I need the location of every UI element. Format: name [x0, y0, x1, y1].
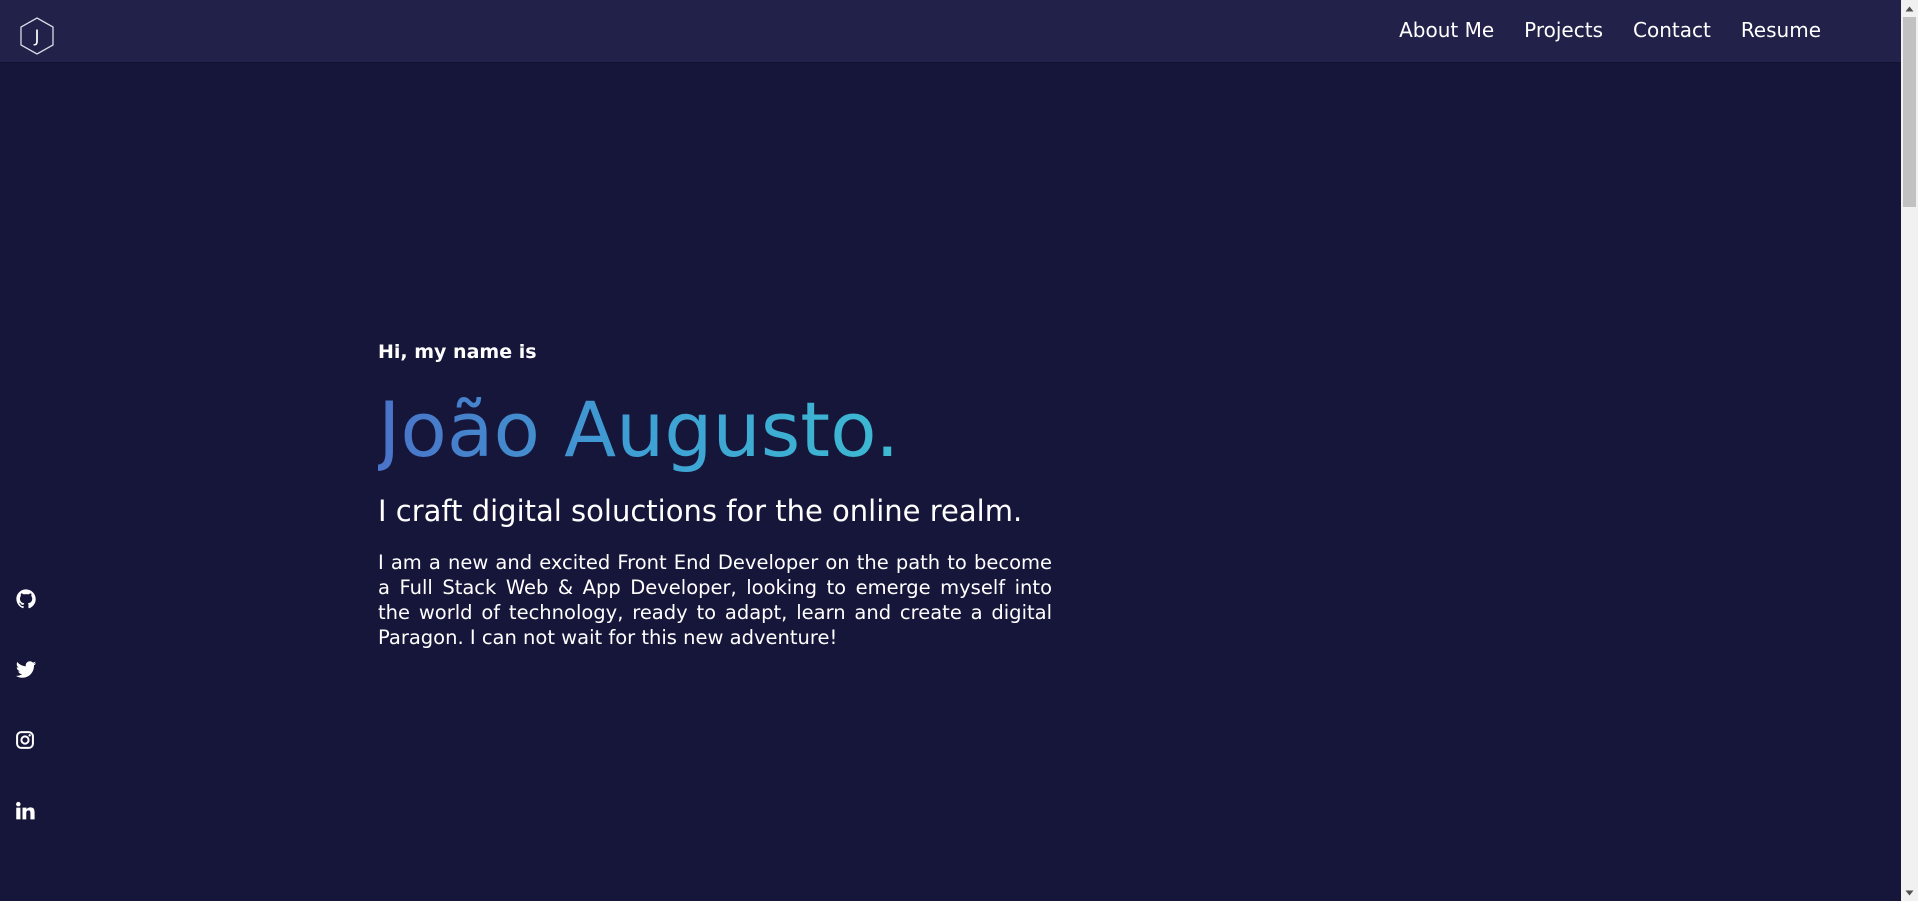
twitter-icon[interactable] — [15, 659, 37, 681]
nav-about-me[interactable]: About Me — [1399, 20, 1494, 40]
main-nav: About Me Projects Contact Resume — [1399, 0, 1821, 62]
hero-tagline: I craft digital soluctions for the onlin… — [378, 494, 1023, 528]
nav-contact[interactable]: Contact — [1633, 20, 1711, 40]
linkedin-icon[interactable] — [15, 801, 35, 821]
page: J About Me Projects Contact Resume Hi, m… — [0, 0, 1918, 901]
nav-projects[interactable]: Projects — [1524, 20, 1603, 40]
vertical-scrollbar[interactable] — [1901, 0, 1918, 901]
site-header: J About Me Projects Contact Resume — [0, 0, 1901, 62]
hero-bio: I am a new and excited Front End Develop… — [378, 551, 1052, 649]
logo-hexagon-icon[interactable]: J — [19, 17, 55, 55]
instagram-icon[interactable] — [15, 730, 35, 750]
scrollbar-thumb[interactable] — [1903, 17, 1916, 207]
hero-section: Hi, my name is João Augusto. I craft dig… — [378, 336, 1052, 650]
hero-greeting: Hi, my name is — [378, 341, 537, 363]
nav-resume[interactable]: Resume — [1741, 20, 1821, 40]
github-icon[interactable] — [15, 588, 37, 610]
scroll-up-arrow-icon[interactable] — [1901, 0, 1918, 17]
hero-name: João Augusto. — [378, 382, 1052, 478]
scroll-down-arrow-icon[interactable] — [1901, 884, 1918, 901]
logo-letter: J — [33, 27, 39, 47]
